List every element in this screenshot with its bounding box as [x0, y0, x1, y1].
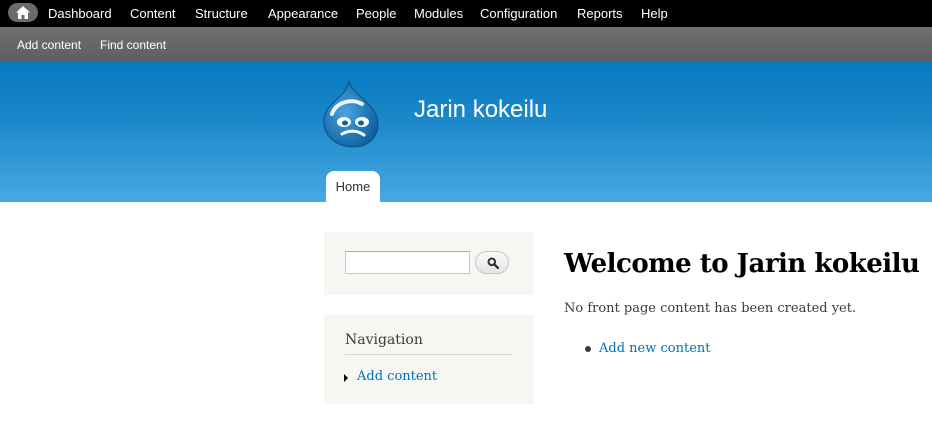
- toolbar-dashboard[interactable]: Dashboard: [48, 6, 112, 21]
- collapsed-arrow-icon: [344, 374, 348, 382]
- shortcut-bar: Add content Find content: [0, 27, 932, 62]
- toolbar-help[interactable]: Help: [641, 6, 668, 21]
- shortcut-find-content[interactable]: Find content: [100, 38, 166, 52]
- shortcut-add-content[interactable]: Add content: [17, 38, 81, 52]
- search-input[interactable]: [345, 251, 470, 274]
- home-icon: [16, 6, 30, 19]
- nav-link-add-content[interactable]: Add content: [357, 368, 437, 386]
- add-new-content-link[interactable]: Add new content: [599, 340, 710, 358]
- toolbar-structure[interactable]: Structure: [195, 6, 248, 21]
- home-button[interactable]: [8, 3, 38, 22]
- site-header: Jarin kokeilu Home: [0, 62, 932, 202]
- navigation-divider: [345, 354, 513, 355]
- search-button[interactable]: [475, 251, 509, 274]
- toolbar-configuration[interactable]: Configuration: [480, 6, 557, 21]
- admin-toolbar: Dashboard Content Structure Appearance P…: [0, 0, 932, 27]
- site-name[interactable]: Jarin kokeilu: [414, 96, 547, 124]
- page-title: Welcome to Jarin kokeilu: [564, 249, 920, 279]
- navigation-title: Navigation: [345, 332, 423, 348]
- toolbar-reports[interactable]: Reports: [577, 6, 623, 21]
- toolbar-people[interactable]: People: [356, 6, 396, 21]
- drupal-drop-logo-icon[interactable]: [322, 80, 382, 148]
- toolbar-modules[interactable]: Modules: [414, 6, 463, 21]
- search-icon: [487, 257, 499, 269]
- search-block: [324, 232, 534, 295]
- toolbar-appearance[interactable]: Appearance: [268, 6, 338, 21]
- navigation-block: Navigation Add content: [324, 315, 534, 404]
- empty-front-page-message: No front page content has been created y…: [564, 301, 857, 316]
- tab-home[interactable]: Home: [326, 171, 380, 202]
- list-bullet: [585, 346, 591, 352]
- toolbar-content[interactable]: Content: [130, 6, 176, 21]
